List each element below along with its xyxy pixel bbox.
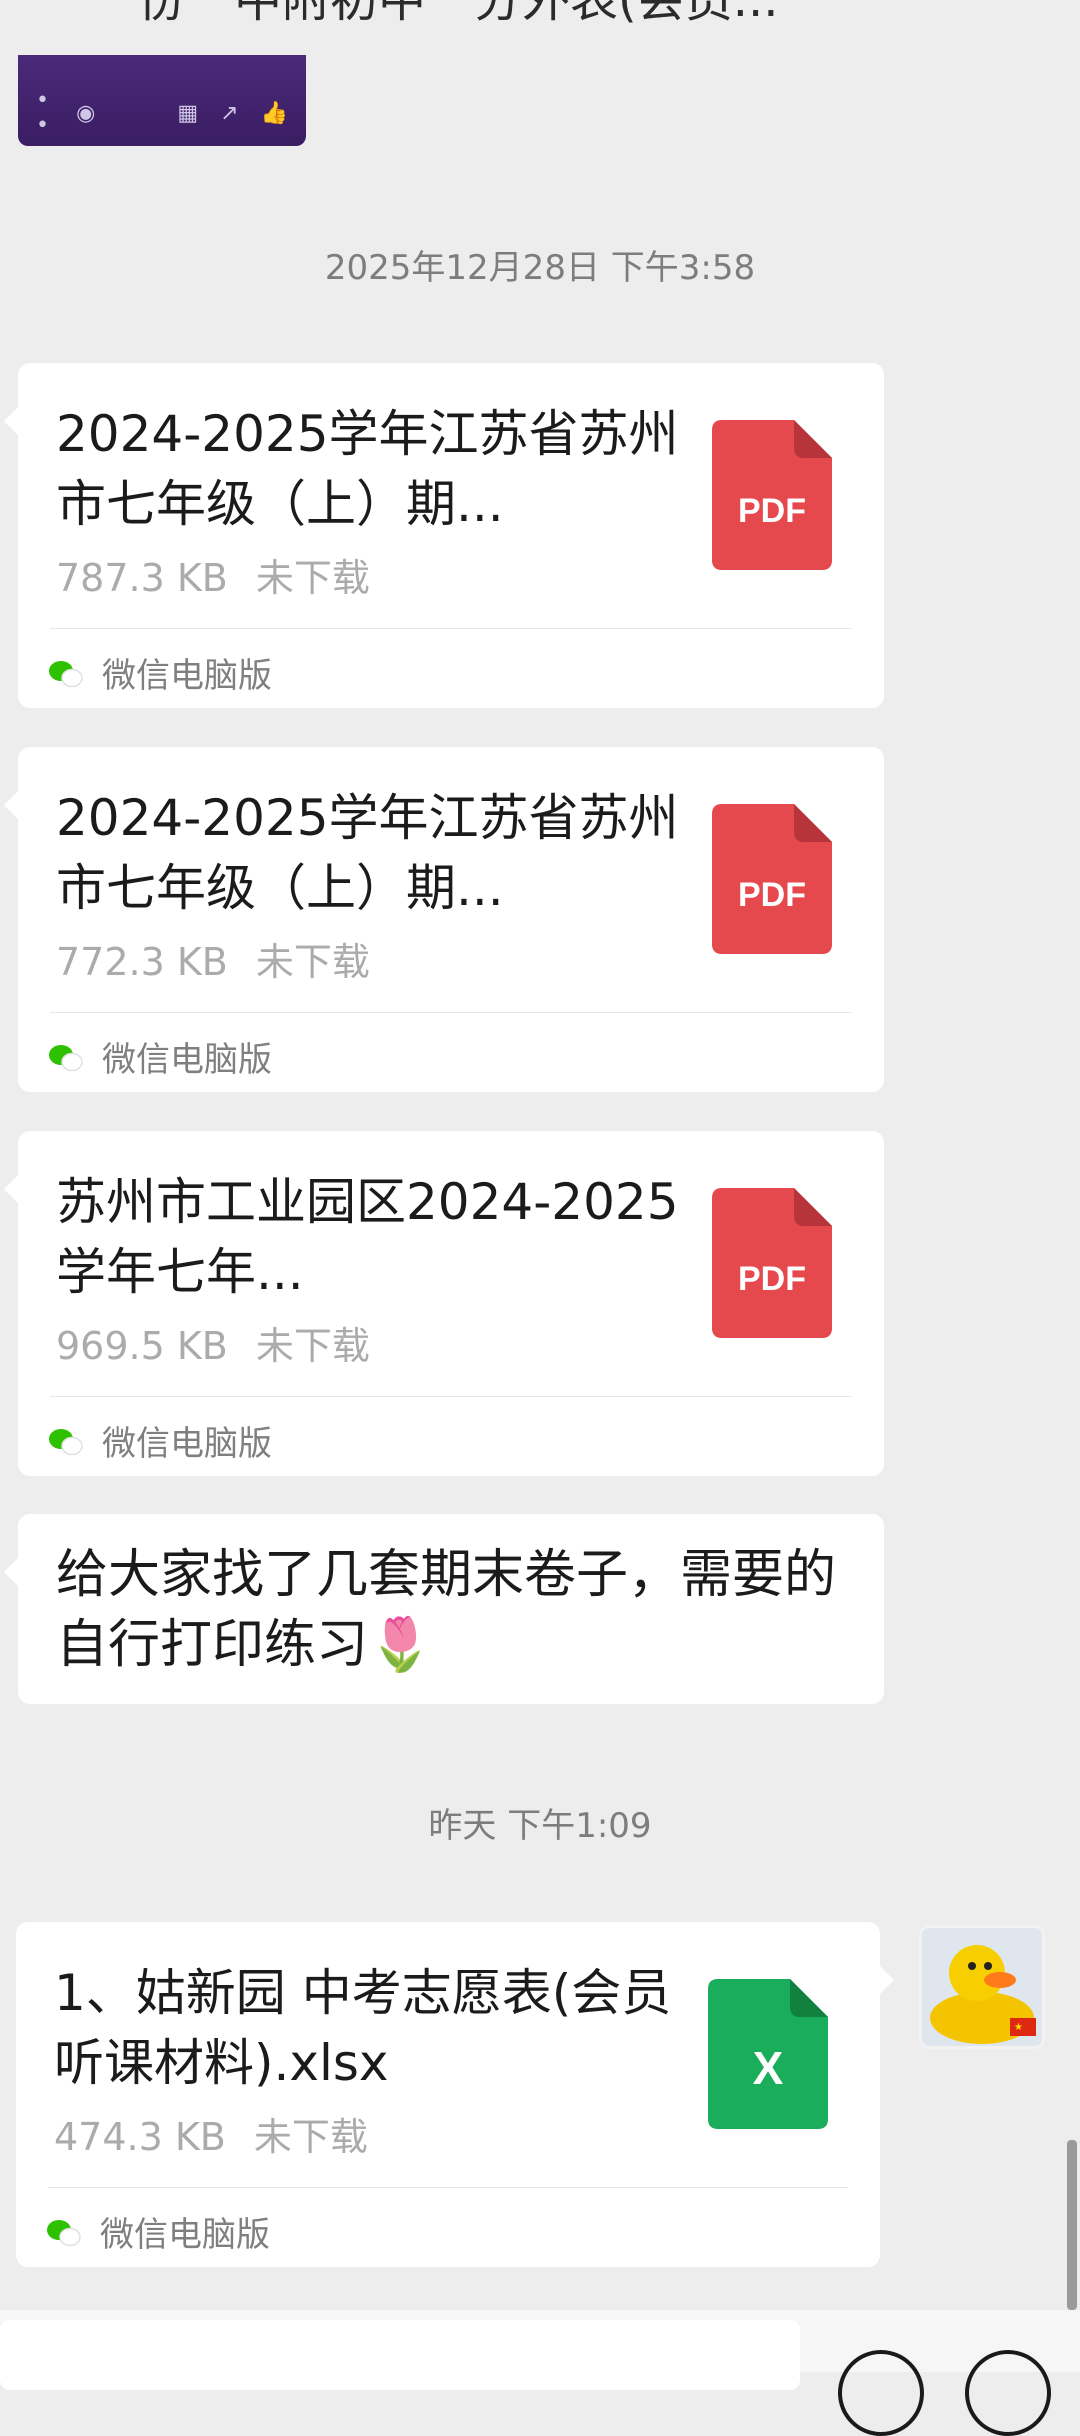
divider bbox=[50, 1012, 852, 1013]
message-text: 给大家找了几套期末卷子，需要的自行打印练习🌷 bbox=[56, 1545, 837, 1675]
bubble-tail bbox=[880, 1966, 894, 1994]
file-size: 772.3 KB bbox=[56, 940, 228, 984]
wechat-icon bbox=[48, 1426, 84, 1456]
share-icon: ↗ bbox=[220, 100, 239, 126]
previous-message-clipped: 一份一中附初中一分外表(会员... bbox=[0, 0, 1080, 55]
download-status: 未下载 bbox=[255, 1324, 370, 1368]
source-label: 微信电脑版 bbox=[102, 1424, 272, 1464]
emoji-button[interactable] bbox=[838, 2350, 924, 2436]
file-meta: 772.3 KB 未下载 bbox=[56, 931, 370, 986]
source-app: 微信电脑版 bbox=[48, 1032, 272, 1081]
text-message[interactable]: 给大家找了几套期末卷子，需要的自行打印练习🌷 bbox=[4, 1514, 884, 1704]
source-app: 微信电脑版 bbox=[46, 2207, 270, 2256]
pdf-label: PDF bbox=[738, 492, 806, 530]
play-icon: ◉ bbox=[76, 100, 96, 126]
message-input[interactable] bbox=[0, 2320, 800, 2390]
plus-button[interactable] bbox=[965, 2350, 1051, 2436]
wechat-icon bbox=[46, 2217, 82, 2247]
divider bbox=[50, 1396, 852, 1397]
file-size: 787.3 KB bbox=[56, 556, 228, 600]
pdf-label: PDF bbox=[738, 1260, 806, 1298]
divider bbox=[48, 2187, 848, 2188]
source-label: 微信电脑版 bbox=[102, 656, 272, 696]
chat-timestamp: 昨天 下午1:09 bbox=[428, 1806, 652, 1846]
file-message[interactable]: 2024-2025学年江苏省苏州市七年级（上）期... 772.3 KB 未下载 … bbox=[4, 747, 884, 1092]
source-label: 微信电脑版 bbox=[102, 1040, 272, 1080]
like-icon: 👍 bbox=[260, 100, 288, 126]
file-meta: 787.3 KB 未下载 bbox=[56, 547, 370, 602]
file-name: 2024-2025学年江苏省苏州市七年级（上）期... bbox=[56, 405, 679, 533]
my-file-message[interactable]: 1、姑新园 中考志愿表(会员听课材料).xlsx 474.3 KB 未下载 X 微… bbox=[16, 1922, 894, 2267]
file-meta: 474.3 KB 未下载 bbox=[54, 2106, 368, 2161]
file-name: 苏州市工业园区2024-2025学年七年... bbox=[56, 1173, 679, 1301]
excel-label: X bbox=[752, 2042, 784, 2094]
file-message[interactable]: 2024-2025学年江苏省苏州市七年级（上）期... 787.3 KB 未下载 … bbox=[4, 363, 884, 708]
divider bbox=[50, 628, 852, 629]
download-status: 未下载 bbox=[253, 2115, 368, 2159]
file-name: 2024-2025学年江苏省苏州市七年级（上）期... bbox=[56, 789, 679, 917]
pdf-file-icon: PDF bbox=[712, 420, 832, 570]
previous-message-text: 一份一中附初中一分外表(会员... bbox=[90, 0, 779, 28]
file-size: 474.3 KB bbox=[54, 2115, 226, 2159]
file-message[interactable]: 苏州市工业园区2024-2025学年七年... 969.5 KB 未下载 PDF … bbox=[4, 1131, 884, 1476]
rubber-duck-icon: ★ bbox=[922, 1928, 1042, 2046]
grid-icon: ▦ bbox=[177, 100, 199, 126]
source-app: 微信电脑版 bbox=[48, 1416, 272, 1465]
svg-text:★: ★ bbox=[1014, 2022, 1023, 2033]
file-size: 969.5 KB bbox=[56, 1324, 228, 1368]
file-meta: 969.5 KB 未下载 bbox=[56, 1315, 370, 1370]
download-status: 未下载 bbox=[255, 556, 370, 600]
wechat-icon bbox=[48, 658, 84, 688]
pdf-file-icon: PDF bbox=[712, 1188, 832, 1338]
file-name: 1、姑新园 中考志愿表(会员听课材料).xlsx bbox=[54, 1964, 672, 2092]
scrollbar[interactable] bbox=[1067, 2140, 1077, 2310]
dots-icon: • • bbox=[36, 88, 49, 138]
avatar[interactable]: ★ bbox=[919, 1925, 1045, 2049]
download-status: 未下载 bbox=[255, 940, 370, 984]
wechat-icon bbox=[48, 1042, 84, 1072]
source-label: 微信电脑版 bbox=[100, 2215, 270, 2255]
chat-timestamp: 2025年12月28日 下午3:58 bbox=[324, 248, 756, 288]
video-controls: • • ◉ ▦ ↗ 👍 bbox=[18, 88, 306, 138]
pdf-file-icon: PDF bbox=[712, 804, 832, 954]
excel-file-icon: X bbox=[708, 1979, 828, 2129]
source-app: 微信电脑版 bbox=[48, 648, 272, 697]
bottom-input-bar bbox=[0, 2310, 1080, 2436]
pdf-label: PDF bbox=[738, 876, 806, 914]
video-message-thumbnail[interactable]: • • ◉ ▦ ↗ 👍 bbox=[18, 55, 306, 146]
